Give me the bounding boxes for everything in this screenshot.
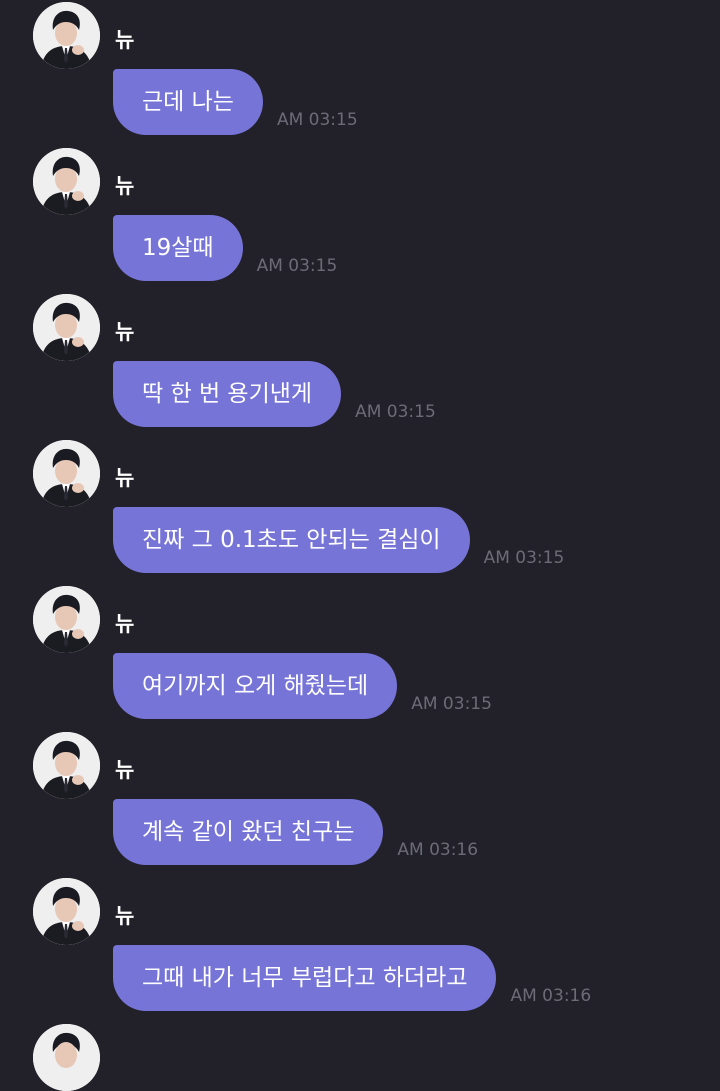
avatar[interactable] xyxy=(33,440,100,507)
profile-photo-icon xyxy=(33,294,100,361)
message-timestamp: AM 03:15 xyxy=(355,402,436,422)
chat-message-list[interactable]: 뉴 근데 나는 AM 03:15 뉴 19살때 AM 03:15 뉴 딱 한 번… xyxy=(0,0,720,1091)
message-bubble[interactable]: 근데 나는 xyxy=(113,69,263,135)
message-timestamp: AM 03:16 xyxy=(510,986,592,1006)
message-timestamp: AM 03:15 xyxy=(411,694,492,714)
message-bubble[interactable]: 19살때 xyxy=(113,215,243,281)
message-row: 그때 내가 너무 부럽다고 하더라고 AM 03:16 xyxy=(113,945,591,1011)
message-row: 계속 같이 왔던 친구는 AM 03:16 xyxy=(113,799,478,865)
avatar[interactable] xyxy=(33,148,100,215)
message-bubble[interactable]: 여기까지 오게 해줬는데 xyxy=(113,653,398,719)
message-bubble[interactable]: 딱 한 번 용기낸게 xyxy=(113,361,342,427)
message-group: 뉴 근데 나는 AM 03:15 xyxy=(0,2,720,148)
message-row: 19살때 AM 03:15 xyxy=(113,215,337,281)
sender-name: 뉴 xyxy=(115,466,135,490)
message-row: 진짜 그 0.1초도 안되는 결심이 AM 03:15 xyxy=(113,507,564,573)
message-group: 뉴 계속 같이 왔던 친구는 AM 03:16 xyxy=(0,732,720,878)
profile-photo-icon xyxy=(33,440,100,507)
message-timestamp: AM 03:16 xyxy=(397,840,479,860)
profile-photo-icon xyxy=(33,586,100,653)
sender-name: 뉴 xyxy=(115,758,135,782)
avatar[interactable] xyxy=(33,586,100,653)
avatar[interactable] xyxy=(33,294,100,361)
sender-name: 뉴 xyxy=(115,174,135,198)
avatar[interactable] xyxy=(33,878,100,945)
sender-name: 뉴 xyxy=(115,612,135,636)
message-timestamp: AM 03:15 xyxy=(256,256,338,276)
sender-name: 뉴 xyxy=(115,28,135,52)
message-bubble[interactable]: 계속 같이 왔던 친구는 xyxy=(113,799,384,865)
message-group: 뉴 딱 한 번 용기낸게 AM 03:15 xyxy=(0,294,720,440)
message-timestamp: AM 03:15 xyxy=(276,110,358,130)
message-group: 뉴 여기까지 오게 해줬는데 AM 03:15 xyxy=(0,586,720,732)
message-bubble[interactable]: 그때 내가 너무 부럽다고 하더라고 xyxy=(113,945,497,1011)
message-group: 뉴 그때 내가 너무 부럽다고 하더라고 AM 03:16 xyxy=(0,878,720,1024)
message-group: 뉴 진짜 그 0.1초도 안되는 결심이 AM 03:15 xyxy=(0,440,720,586)
message-row: 여기까지 오게 해줬는데 AM 03:15 xyxy=(113,653,492,719)
message-row: 딱 한 번 용기낸게 AM 03:15 xyxy=(113,361,436,427)
avatar[interactable] xyxy=(33,732,100,799)
message-timestamp: AM 03:15 xyxy=(483,548,565,568)
profile-photo-icon xyxy=(33,2,100,69)
message-bubble[interactable]: 진짜 그 0.1초도 안되는 결심이 xyxy=(113,507,470,573)
profile-photo-icon xyxy=(33,878,100,945)
sender-name: 뉴 xyxy=(115,904,135,928)
avatar[interactable] xyxy=(33,1024,100,1091)
profile-photo-icon xyxy=(33,732,100,799)
message-row: 근데 나는 AM 03:15 xyxy=(113,69,358,135)
message-group: 뉴 19살때 AM 03:15 xyxy=(0,148,720,294)
profile-photo-icon xyxy=(33,1024,100,1091)
sender-name: 뉴 xyxy=(115,320,135,344)
profile-photo-icon xyxy=(33,148,100,215)
avatar[interactable] xyxy=(33,2,100,69)
